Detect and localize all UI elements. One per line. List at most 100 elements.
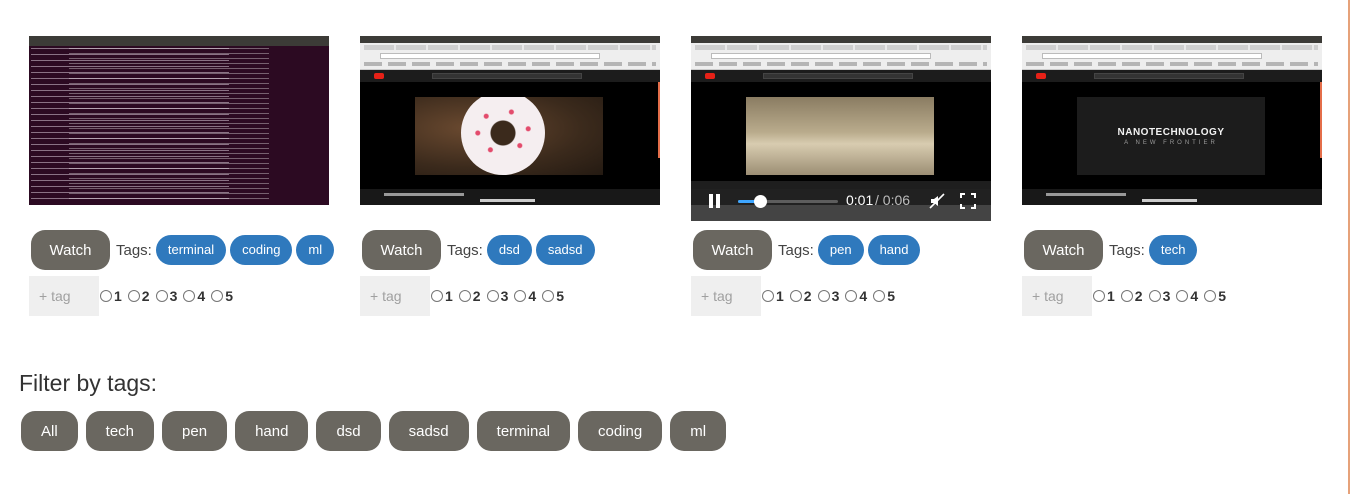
rating-radio[interactable] [211,290,224,302]
rating-radio[interactable] [514,290,527,302]
rating-option-4[interactable]: 4 [1176,288,1198,304]
add-tag-input[interactable] [1022,276,1092,316]
rating-radio[interactable] [845,290,858,302]
rating-label: 1 [445,288,453,304]
rating-option-5[interactable]: 5 [1204,288,1226,304]
watch-button[interactable]: Watch [693,230,772,270]
video-card-1: Watch Tags: terminal coding ml 1 2 3 4 5 [29,36,335,316]
rating-radio[interactable] [817,290,830,302]
rating-radio[interactable] [1148,290,1161,302]
video-thumbnail-donut[interactable] [360,36,660,205]
video-meta [1022,189,1322,205]
browser-chrome [360,36,660,70]
donut-image [461,97,545,175]
rating-radio[interactable] [100,290,112,302]
filter-button-coding[interactable]: coding [578,411,663,451]
rating-label: 4 [528,288,537,304]
video-card-2: Watch Tags: dsd sadsd 1 2 3 4 5 [360,36,660,316]
rating-label: 2 [1134,288,1143,304]
rating-option-1[interactable]: 1 [431,288,453,304]
tag-pill-pen[interactable]: pen [817,235,864,265]
rating-option-2[interactable]: 2 [127,288,150,304]
rating-option-2[interactable]: 2 [458,288,481,304]
tag-pill-ml[interactable]: ml [296,235,335,265]
rating-option-5[interactable]: 5 [873,288,895,304]
rating-option-4[interactable]: 4 [845,288,867,304]
rating-radio[interactable] [486,290,499,302]
rating-radio[interactable] [127,290,140,302]
rating-option-4[interactable]: 4 [183,288,205,304]
rating-option-3[interactable]: 3 [817,288,840,304]
tag-pill-tech[interactable]: tech [1148,235,1198,265]
rating-radio[interactable] [183,290,196,302]
rating-radio[interactable] [873,290,886,302]
watch-button[interactable]: Watch [362,230,441,270]
rating-label: 2 [472,288,481,304]
tag-pill-terminal[interactable]: terminal [155,235,227,265]
rating-radio[interactable] [762,290,774,302]
rating-option-3[interactable]: 3 [486,288,508,304]
rating-radio[interactable] [458,290,471,302]
filter-button-hand[interactable]: hand [235,411,309,451]
sidebar-edge [658,82,660,158]
rating-option-5[interactable]: 5 [211,288,233,304]
filter-button-ml[interactable]: ml [670,411,727,451]
tag-pill-coding[interactable]: coding [230,235,293,265]
blurred-video-frame [746,97,934,175]
pause-icon[interactable] [709,194,721,208]
rating-label: 3 [831,288,840,304]
page-right-border [1348,0,1350,494]
filter-button-tech[interactable]: tech [85,411,155,451]
rating-radio[interactable] [1120,290,1133,302]
rating-radio[interactable] [431,290,443,302]
rating-radio[interactable] [1204,290,1217,302]
rating-radio[interactable] [542,290,555,302]
add-tag-input[interactable] [691,276,761,316]
volume-slider[interactable] [738,195,838,208]
filter-button-sadsd[interactable]: sadsd [388,411,469,451]
browser-chrome [691,36,991,70]
tag-pill-dsd[interactable]: dsd [486,235,532,265]
card-controls: Watch Tags: pen hand [693,230,921,270]
rating-option-1[interactable]: 1 [1093,288,1115,304]
rating-option-5[interactable]: 5 [542,288,564,304]
rating-option-3[interactable]: 3 [155,288,177,304]
youtube-header [1022,70,1322,82]
filter-button-terminal[interactable]: terminal [476,411,571,451]
youtube-logo-icon [374,73,384,79]
tags-label: Tags: [778,241,814,259]
rating-option-4[interactable]: 4 [514,288,536,304]
rating-radio[interactable] [789,290,802,302]
add-tag-input[interactable] [29,276,99,316]
video-thumbnail-nanotechnology[interactable]: NANOTECHNOLOGY A NEW FRONTIER [1022,36,1322,205]
rating-group: 1 2 3 4 5 [100,288,239,304]
rating-option-2[interactable]: 2 [1120,288,1143,304]
add-tag-input[interactable] [360,276,430,316]
rating-option-1[interactable]: 1 [100,288,122,304]
tag-pill-sadsd[interactable]: sadsd [535,235,595,265]
rating-radio[interactable] [155,290,168,302]
rating-option-3[interactable]: 3 [1148,288,1170,304]
rating-option-1[interactable]: 1 [762,288,784,304]
filter-button-pen[interactable]: pen [162,411,228,451]
rating-radio[interactable] [1176,290,1189,302]
tag-rating-row: 1 2 3 4 5 [29,276,239,316]
tag-pill-hand[interactable]: hand [867,235,921,265]
rating-label: 5 [887,288,895,304]
watch-button[interactable]: Watch [1024,230,1103,270]
rating-option-2[interactable]: 2 [789,288,812,304]
filter-button-all[interactable]: All [21,411,78,451]
volume-knob[interactable] [754,195,767,208]
rating-radio[interactable] [1093,290,1105,302]
rating-label: 4 [1190,288,1199,304]
rating-label: 5 [556,288,564,304]
filter-button-dsd[interactable]: dsd [316,411,381,451]
card-controls: Watch Tags: tech [1024,230,1198,270]
watch-button[interactable]: Watch [31,230,110,270]
fullscreen-icon[interactable] [960,193,976,209]
nanotechnology-video-frame: NANOTECHNOLOGY A NEW FRONTIER [1077,97,1265,175]
mute-icon[interactable] [929,193,945,209]
youtube-logo-icon [705,73,715,79]
video-thumbnail-terminal[interactable] [29,36,329,205]
video-thumbnail-blurred[interactable]: 0:01 / 0:06 [691,36,991,221]
